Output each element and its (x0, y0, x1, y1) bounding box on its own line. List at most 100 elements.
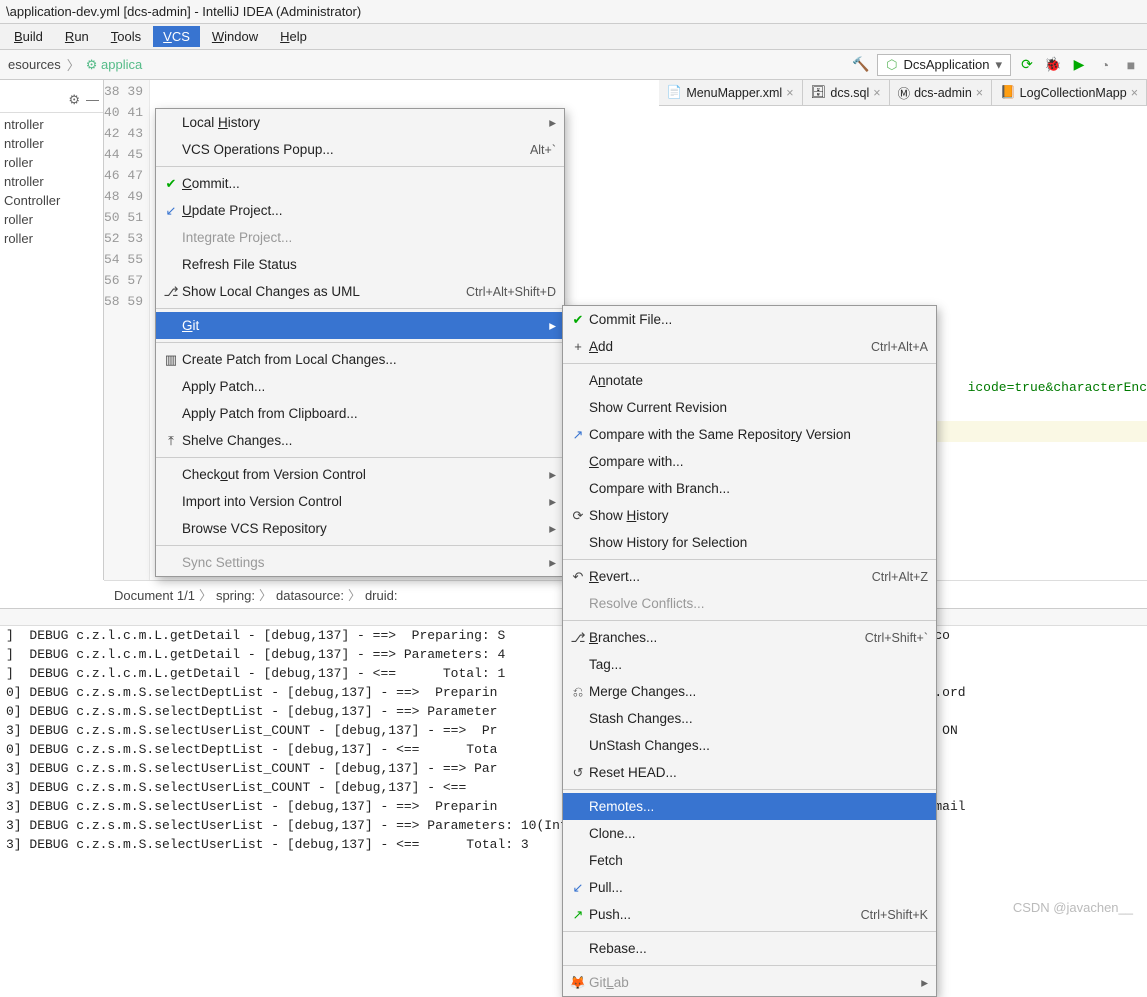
main-area: ⚙ — ntrollerntrollerrollerntrollerContro… (0, 80, 1147, 580)
menu-item-merge-changes[interactable]: ⎌Merge Changes... (563, 678, 936, 705)
+-icon: + (567, 339, 589, 354)
structure-item[interactable]: roller (0, 153, 103, 172)
menu-item-vcs-operations-popup[interactable]: VCS Operations Popup...Alt+` (156, 136, 564, 163)
file-icon: 🗄 (811, 85, 827, 100)
menu-item-compare-with-the-same-repository-version[interactable]: ↗Compare with the Same Repository Versio… (563, 421, 936, 448)
menu-item-apply-patch[interactable]: Apply Patch... (156, 373, 564, 400)
menu-vcs[interactable]: VCS (153, 26, 200, 47)
menu-item-compare-with[interactable]: Compare with... (563, 448, 936, 475)
↺-icon: ↺ (567, 765, 589, 781)
editor-tab[interactable]: 📄MenuMapper.xml× (659, 80, 803, 105)
menu-item-reset-head[interactable]: ↺Reset HEAD... (563, 759, 936, 786)
menu-item-revert[interactable]: ↶Revert...Ctrl+Alt+Z (563, 563, 936, 590)
menu-item-add[interactable]: +AddCtrl+Alt+A (563, 333, 936, 360)
menu-item-commit-file[interactable]: ✔Commit File... (563, 306, 936, 333)
breadcrumb-seg[interactable]: esources (4, 56, 65, 73)
menu-item-show-history[interactable]: ⟳Show History (563, 502, 936, 529)
chevron-right-icon: ▸ (542, 555, 556, 571)
menu-item-checkout-from-version-control[interactable]: Checkout from Version Control▸ (156, 461, 564, 488)
structure-item[interactable]: ntroller (0, 115, 103, 134)
menu-tools[interactable]: Tools (101, 26, 151, 47)
menu-item-annotate[interactable]: Annotate (563, 367, 936, 394)
chevron-right-icon: ▸ (542, 467, 556, 483)
close-icon[interactable]: × (1131, 86, 1138, 100)
structure-item[interactable]: roller (0, 229, 103, 248)
structure-item[interactable]: roller (0, 210, 103, 229)
file-icon: Ⓜ (898, 83, 911, 102)
↗-icon: ↗ (567, 907, 589, 923)
breadcrumb: esources 〉 ⚙ applica (0, 55, 146, 74)
breadcrumb-seg[interactable]: ⚙ applica (82, 56, 146, 74)
↗-icon: ↗ (567, 427, 589, 443)
menu-item-create-patch-from-local-changes[interactable]: ▥Create Patch from Local Changes... (156, 346, 564, 373)
run-config-dropdown[interactable]: ⬡ DcsApplication ▾ (877, 54, 1011, 76)
menu-item-remotes[interactable]: Remotes... (563, 793, 936, 820)
menu-help[interactable]: Help (270, 26, 317, 47)
stop-icon[interactable]: ■ (1121, 55, 1141, 75)
menu-item-git[interactable]: Git▸ (156, 312, 564, 339)
menu-item-compare-with-branch[interactable]: Compare with Branch... (563, 475, 936, 502)
editor-tab[interactable]: Ⓜdcs-admin× (890, 80, 993, 105)
bug-icon[interactable]: 🐞 (1043, 55, 1063, 75)
close-icon[interactable]: × (873, 86, 880, 100)
menu-run[interactable]: Run (55, 26, 99, 47)
editor-gutter: 38 39 40 41 42 43 44 45 46 47 48 49 50 5… (104, 80, 150, 580)
run-toolbar: 🔨 ⬡ DcsApplication ▾ ⟳ 🐞 ▶ ◔ ■ (845, 54, 1147, 76)
structure-item[interactable]: ntroller (0, 172, 103, 191)
menu-item-integrate-project: Integrate Project... (156, 224, 564, 251)
menu-item-stash-changes[interactable]: Stash Changes... (563, 705, 936, 732)
↙-icon: ↙ (567, 880, 589, 896)
✔-icon: ✔ (567, 312, 589, 328)
minimize-icon[interactable]: — (86, 92, 99, 108)
git-submenu-popup: ✔Commit File...+AddCtrl+Alt+AAnnotateSho… (562, 305, 937, 997)
restart-icon[interactable]: ⟳ (1017, 55, 1037, 75)
menu-bar: BuildRunToolsVCSWindowHelp (0, 24, 1147, 50)
menu-window[interactable]: Window (202, 26, 268, 47)
structure-item[interactable]: ntroller (0, 134, 103, 153)
↶-icon: ↶ (567, 569, 589, 585)
menu-item-clone[interactable]: Clone... (563, 820, 936, 847)
editor-text-fragment: icode=true&characterEnc (968, 380, 1147, 395)
menu-item-import-into-version-control[interactable]: Import into Version Control▸ (156, 488, 564, 515)
menu-item-commit[interactable]: ✔Commit... (156, 170, 564, 197)
file-icon: 📙 (1000, 85, 1016, 100)
menu-item-refresh-file-status[interactable]: Refresh File Status (156, 251, 564, 278)
menu-item-apply-patch-from-clipboard[interactable]: Apply Patch from Clipboard... (156, 400, 564, 427)
close-icon[interactable]: × (786, 86, 793, 100)
chevron-right-icon: ▸ (542, 318, 556, 334)
menu-item-update-project[interactable]: ↙Update Project... (156, 197, 564, 224)
menu-item-branches[interactable]: ⎇Branches...Ctrl+Shift+` (563, 624, 936, 651)
🦊-icon: 🦊 (567, 975, 589, 991)
chevron-right-icon: ▸ (542, 494, 556, 510)
menu-item-show-local-changes-as-uml[interactable]: ⎇Show Local Changes as UMLCtrl+Alt+Shift… (156, 278, 564, 305)
chevron-right-icon: 〉 (67, 55, 80, 74)
chevron-right-icon: ▸ (542, 521, 556, 537)
menu-item-browse-vcs-repository[interactable]: Browse VCS Repository▸ (156, 515, 564, 542)
file-icon: 📄 (667, 85, 683, 100)
editor-tab[interactable]: 📙LogCollectionMapp× (992, 80, 1147, 105)
menu-build[interactable]: Build (4, 26, 53, 47)
close-icon[interactable]: × (976, 86, 983, 100)
profiler-icon[interactable]: ◔ (1095, 55, 1115, 75)
menu-item-shelve-changes[interactable]: ⤒Shelve Changes... (156, 427, 564, 454)
gear-icon[interactable]: ⚙ (68, 92, 80, 108)
hammer-icon[interactable]: 🔨 (851, 55, 871, 75)
menu-item-push[interactable]: ↗Push...Ctrl+Shift+K (563, 901, 936, 928)
watermark: CSDN @javachen__ (1013, 900, 1133, 915)
menu-item-tag[interactable]: Tag... (563, 651, 936, 678)
menu-item-rebase[interactable]: Rebase... (563, 935, 936, 962)
menu-item-unstash-changes[interactable]: UnStash Changes... (563, 732, 936, 759)
menu-item-local-history[interactable]: Local History▸ (156, 109, 564, 136)
menu-item-fetch[interactable]: Fetch (563, 847, 936, 874)
⤒-icon: ⤒ (160, 433, 182, 449)
editor-tab[interactable]: 🗄dcs.sql× (803, 80, 890, 105)
menu-item-show-current-revision[interactable]: Show Current Revision (563, 394, 936, 421)
✔-icon: ✔ (160, 176, 182, 192)
structure-item[interactable]: Controller (0, 191, 103, 210)
menu-item-show-history-for-selection[interactable]: Show History for Selection (563, 529, 936, 556)
menu-item-pull[interactable]: ↙Pull... (563, 874, 936, 901)
menu-item-sync-settings: Sync Settings▸ (156, 549, 564, 576)
editor-tabs: 📄MenuMapper.xml×🗄dcs.sql×Ⓜdcs-admin×📙Log… (659, 80, 1147, 106)
↙-icon: ↙ (160, 203, 182, 219)
run-coverage-icon[interactable]: ▶ (1069, 55, 1089, 75)
